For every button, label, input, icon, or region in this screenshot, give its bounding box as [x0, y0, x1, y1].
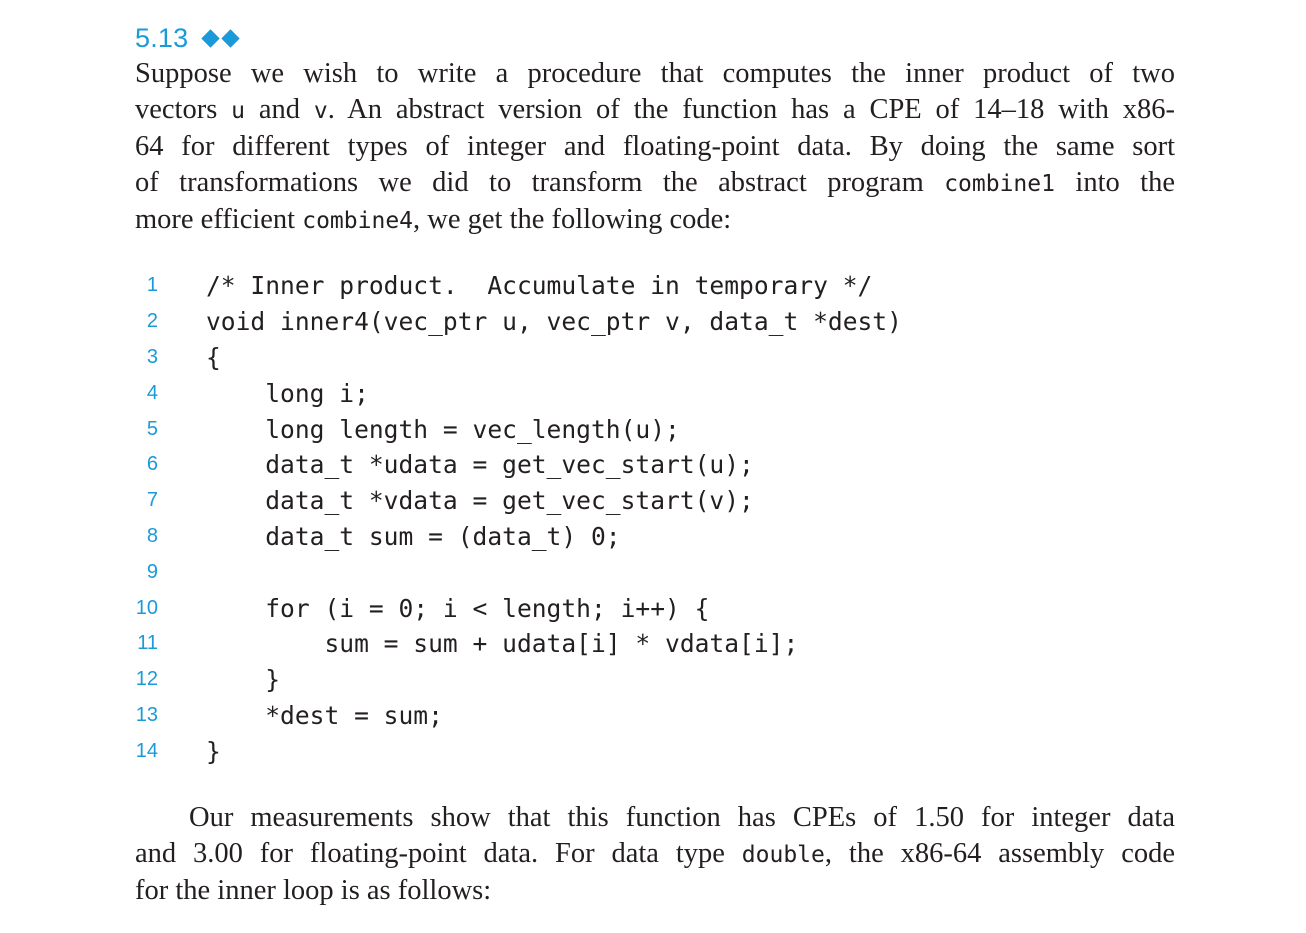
code-line: 7 data_t *vdata = get_vec_start(v); — [0, 483, 1306, 519]
code-text: } — [206, 665, 281, 695]
diamond-icon — [201, 28, 221, 48]
code-text: data_t *udata = get_vec_start(u); — [206, 450, 754, 480]
code-text: *dest = sum; — [206, 700, 443, 730]
line-number: 6 — [146, 453, 158, 476]
code-line: 14} — [0, 733, 1306, 769]
text-segment: . An abstract version of the function ha… — [327, 94, 1175, 125]
line-number: 12 — [135, 668, 158, 691]
code-text: data_t sum = (data_t) 0; — [206, 521, 621, 551]
line-number: 13 — [135, 703, 158, 726]
inline-code: u — [231, 98, 246, 124]
text-line: and 3.00 for floating-point data. For da… — [135, 836, 1175, 873]
text-segment: and 3.00 for floating-point data. For da… — [135, 838, 742, 869]
inline-code: v — [313, 98, 328, 124]
problem-number: 5.13 — [135, 22, 189, 53]
inline-code: double — [741, 842, 825, 868]
code-line: 6 data_t *udata = get_vec_start(u); — [0, 447, 1306, 483]
textbook-page: 5.13 Suppose we wish to write a procedur… — [0, 0, 1306, 933]
text-segment: into the — [1054, 167, 1176, 198]
problem-header: 5.13 — [135, 20, 244, 56]
code-text: } — [206, 736, 221, 766]
text-segment: Our measurements show that this function… — [189, 802, 1175, 833]
code-text: long i; — [206, 378, 369, 408]
code-text: data_t *vdata = get_vec_start(v); — [206, 486, 754, 516]
line-number: 9 — [146, 560, 158, 583]
line-number: 8 — [146, 524, 158, 547]
text-segment: for the inner loop is as follows: — [135, 875, 492, 906]
text-line: vectors u and v. An abstract version of … — [135, 92, 1175, 129]
code-line: 5 long length = vec_length(u); — [0, 411, 1306, 447]
code-line: 12 } — [0, 662, 1306, 698]
code-text: sum = sum + udata[i] * vdata[i]; — [206, 629, 799, 659]
text-line: for the inner loop is as follows: — [135, 873, 1175, 909]
line-number: 11 — [137, 632, 158, 655]
text-line: more efficient combine4, we get the foll… — [135, 202, 1175, 239]
code-line: 4 long i; — [0, 375, 1306, 411]
text-segment: more efficient — [135, 204, 303, 235]
code-text: /* Inner product. Accumulate in temporar… — [206, 271, 873, 301]
line-number: 7 — [146, 489, 158, 512]
code-line: 1 /* Inner product. Accumulate in tempora… — [0, 268, 1306, 304]
text-line: Suppose we wish to write a procedure tha… — [135, 56, 1175, 92]
code-line: 9 — [0, 554, 1306, 590]
inline-code: combine4 — [302, 208, 414, 234]
line-number: 3 — [146, 345, 158, 368]
code-text: { — [206, 342, 221, 372]
text-line: Our measurements show that this function… — [135, 800, 1175, 836]
code-line: 2 void inner4(vec_ptr u, vec_ptr v, data_… — [0, 304, 1306, 340]
text-segment: and — [245, 94, 314, 125]
text-segment: , the x86-64 assembly code — [824, 838, 1175, 869]
text-line: of transformations we did to transform t… — [135, 165, 1175, 202]
line-number: 5 — [146, 417, 158, 440]
code-line: 13 *dest = sum; — [0, 698, 1306, 734]
text-segment: vectors — [135, 94, 232, 125]
code-line: 10 for (i = 0; i < length; i++) { — [0, 590, 1306, 626]
code-line: 8 data_t sum = (data_t) 0; — [0, 519, 1306, 555]
code-line: 3{ — [0, 340, 1306, 376]
text-segment: of transformations we did to transform t… — [135, 167, 945, 198]
inline-code: combine1 — [944, 171, 1055, 197]
diamond-icon — [221, 28, 241, 48]
code-line: 11 sum = sum + udata[i] * vdata[i]; — [0, 626, 1306, 662]
code-text: void inner4(vec_ptr u, vec_ptr v, data_t… — [206, 307, 902, 337]
text-segment: Suppose we wish to write a procedure tha… — [135, 58, 1175, 89]
line-number: 2 — [146, 310, 158, 333]
text-segment: , we get the following code: — [413, 204, 732, 235]
line-number: 1 — [146, 274, 158, 297]
outro-paragraph: Our measurements show that this function… — [135, 800, 1175, 909]
code-text: for (i = 0; i < length; i++) { — [206, 593, 710, 623]
line-number: 4 — [146, 381, 158, 404]
code-listing: 1 /* Inner product. Accumulate in tempora… — [0, 268, 1306, 769]
intro-paragraph: Suppose we wish to write a procedure tha… — [135, 56, 1175, 239]
code-text: long length = vec_length(u); — [206, 414, 680, 444]
text-segment: 64 for different types of integer and fl… — [135, 131, 1175, 162]
difficulty-rating — [201, 28, 244, 48]
line-number: 10 — [135, 596, 158, 619]
line-number: 14 — [135, 739, 158, 762]
text-line: 64 for different types of integer and fl… — [135, 129, 1175, 165]
